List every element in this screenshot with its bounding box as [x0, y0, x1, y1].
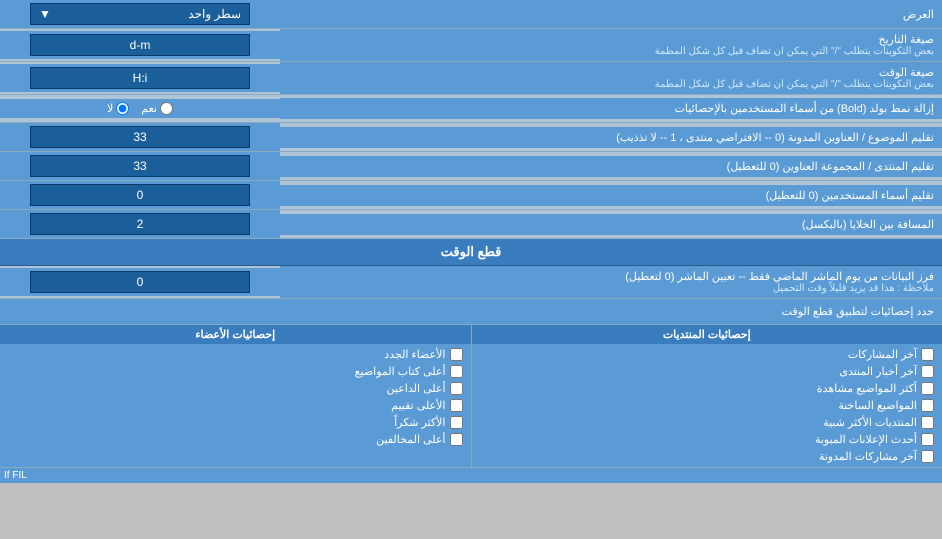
dropdown-value: سطر واحد: [188, 7, 241, 21]
list-item: الأعلى تقييم: [4, 397, 467, 414]
date-format-label: صيغة التاريخ بعض التكوينات يتطلب "/" الت…: [280, 29, 942, 61]
stats-limit-label: حدد إحصائيات لتطبيق قطع الوقت: [0, 302, 942, 321]
user-names-trim-input-cell: [0, 181, 280, 209]
bold-no-text: لا: [107, 102, 113, 115]
list-item: آخر أخبار المنتدى: [476, 363, 939, 380]
bold-remove-row: إزالة نمط بولد (Bold) من أسماء المستخدمي…: [0, 95, 942, 123]
stats-posts-cb-6[interactable]: [921, 433, 934, 446]
time-format-row: صيغة الوقت بعض التكوينات يتطلب "/" التي …: [0, 62, 942, 95]
stats-members-cb-3[interactable]: [450, 382, 463, 395]
realtime-section-title: قطع الوقت: [441, 244, 502, 259]
cell-spacing-input-cell: [0, 210, 280, 238]
stats-members-col: إحصائيات الأعضاء الأعضاء الجدد أعلى كتاب…: [0, 325, 471, 467]
stats-posts-header: إحصائيات المنتديات: [472, 325, 942, 344]
display-input-cell: سطر واحد ▼: [0, 0, 280, 28]
cell-spacing-input[interactable]: [30, 213, 250, 235]
forum-topic-align-label: تقليم الموضوع / العناوين المدونة (0 -- ا…: [280, 127, 942, 148]
list-item: آخر المشاركات: [476, 346, 939, 363]
stats-posts-cb-5[interactable]: [921, 416, 934, 429]
footer: If FIL: [0, 468, 942, 483]
stats-posts-cb-4[interactable]: [921, 399, 934, 412]
bold-remove-yes-label[interactable]: نعم: [141, 102, 173, 115]
stats-members-cb-2[interactable]: [450, 365, 463, 378]
realtime-filter-title: فرز البيانات من يوم الماشر الماضي فقط --…: [288, 270, 934, 283]
stats-posts-cb-2[interactable]: [921, 365, 934, 378]
stats-posts-cb-3[interactable]: [921, 382, 934, 395]
list-item: آخر مشاركات المدونة: [476, 448, 939, 465]
stats-section: حدد إحصائيات لتطبيق قطع الوقت إحصائيات ا…: [0, 299, 942, 468]
dropdown-arrow-icon: ▼: [39, 7, 51, 21]
bold-remove-yes-radio[interactable]: [160, 102, 173, 115]
bold-remove-no-radio[interactable]: [116, 102, 129, 115]
cell-spacing-label: المسافة بين الخلايا (بالبكسل): [280, 214, 942, 235]
list-item: المواضيع الساخنة: [476, 397, 939, 414]
time-format-sublabel: بعض التكوينات يتطلب "/" التي يمكن ان تضا…: [288, 79, 934, 90]
list-item: أحدث الإعلانات المبوبة: [476, 431, 939, 448]
forum-topic-align-input[interactable]: [30, 126, 250, 148]
realtime-section-header: قطع الوقت: [0, 239, 942, 266]
list-item: أعلى كتاب المواضيع: [4, 363, 467, 380]
user-names-trim-row: تقليم أسماء المستخدمين (0 للتعطيل): [0, 181, 942, 210]
bold-remove-no-label[interactable]: لا: [107, 102, 129, 115]
time-format-input-cell: [0, 64, 280, 92]
time-format-input[interactable]: [30, 67, 250, 89]
list-item: الأعضاء الجدد: [4, 346, 467, 363]
time-format-label: صيغة الوقت بعض التكوينات يتطلب "/" التي …: [280, 62, 942, 94]
stats-posts-col: إحصائيات المنتديات آخر المشاركات آخر أخب…: [471, 325, 942, 467]
stats-columns: إحصائيات المنتديات آخر المشاركات آخر أخب…: [0, 325, 942, 467]
list-item: الأكثر شكراً: [4, 414, 467, 431]
forum-group-align-input-cell: [0, 152, 280, 180]
realtime-filter-label: فرز البيانات من يوم الماشر الماضي فقط --…: [280, 266, 942, 298]
list-item: أعلى المخالفين: [4, 431, 467, 448]
list-item: أعلى الداعين: [4, 380, 467, 397]
display-label: العرض: [280, 5, 942, 24]
time-format-title: صيغة الوقت: [288, 66, 934, 79]
stats-posts-cb-7[interactable]: [921, 450, 934, 463]
cell-spacing-row: المسافة بين الخلايا (بالبكسل): [0, 210, 942, 239]
display-row: العرض سطر واحد ▼: [0, 0, 942, 29]
date-format-input[interactable]: [30, 34, 250, 56]
stats-members-items: الأعضاء الجدد أعلى كتاب المواضيع أعلى ال…: [0, 344, 471, 450]
bold-remove-label: إزالة نمط بولد (Bold) من أسماء المستخدمي…: [280, 98, 942, 119]
bold-remove-options: نعم لا: [0, 99, 280, 118]
stats-members-cb-6[interactable]: [450, 433, 463, 446]
stats-posts-items: آخر المشاركات آخر أخبار المنتدى أكثر الم…: [472, 344, 942, 467]
realtime-filter-input[interactable]: [30, 271, 250, 293]
date-format-row: صيغة التاريخ بعض التكوينات يتطلب "/" الت…: [0, 29, 942, 62]
realtime-filter-row: فرز البيانات من يوم الماشر الماضي فقط --…: [0, 266, 942, 299]
display-dropdown[interactable]: سطر واحد ▼: [30, 3, 250, 25]
forum-topic-align-input-cell: [0, 123, 280, 151]
forum-group-align-input[interactable]: [30, 155, 250, 177]
stats-members-cb-4[interactable]: [450, 399, 463, 412]
stats-members-cb-1[interactable]: [450, 348, 463, 361]
forum-topic-align-row: تقليم الموضوع / العناوين المدونة (0 -- ا…: [0, 123, 942, 152]
realtime-filter-note: ملاحظة : هذا قد يزيد قليلاً وقت التحميل: [288, 283, 934, 294]
user-names-trim-label: تقليم أسماء المستخدمين (0 للتعطيل): [280, 185, 942, 206]
list-item: المنتديات الأكثر شبية: [476, 414, 939, 431]
list-item: أكثر المواضيع مشاهدة: [476, 380, 939, 397]
date-format-input-cell: [0, 31, 280, 59]
stats-members-cb-5[interactable]: [450, 416, 463, 429]
footer-text: If FIL: [4, 470, 27, 481]
forum-group-align-label: تقليم المنتدى / المجموعة العناوين (0 للت…: [280, 156, 942, 177]
date-format-sublabel: بعض التكوينات يتطلب "/" التي يمكن ان تضا…: [288, 46, 934, 57]
forum-group-align-row: تقليم المنتدى / المجموعة العناوين (0 للت…: [0, 152, 942, 181]
realtime-filter-input-cell: [0, 268, 280, 296]
user-names-trim-input[interactable]: [30, 184, 250, 206]
date-format-title: صيغة التاريخ: [288, 33, 934, 46]
stats-members-header: إحصائيات الأعضاء: [0, 325, 471, 344]
stats-posts-cb-1[interactable]: [921, 348, 934, 361]
bold-yes-text: نعم: [141, 102, 157, 115]
